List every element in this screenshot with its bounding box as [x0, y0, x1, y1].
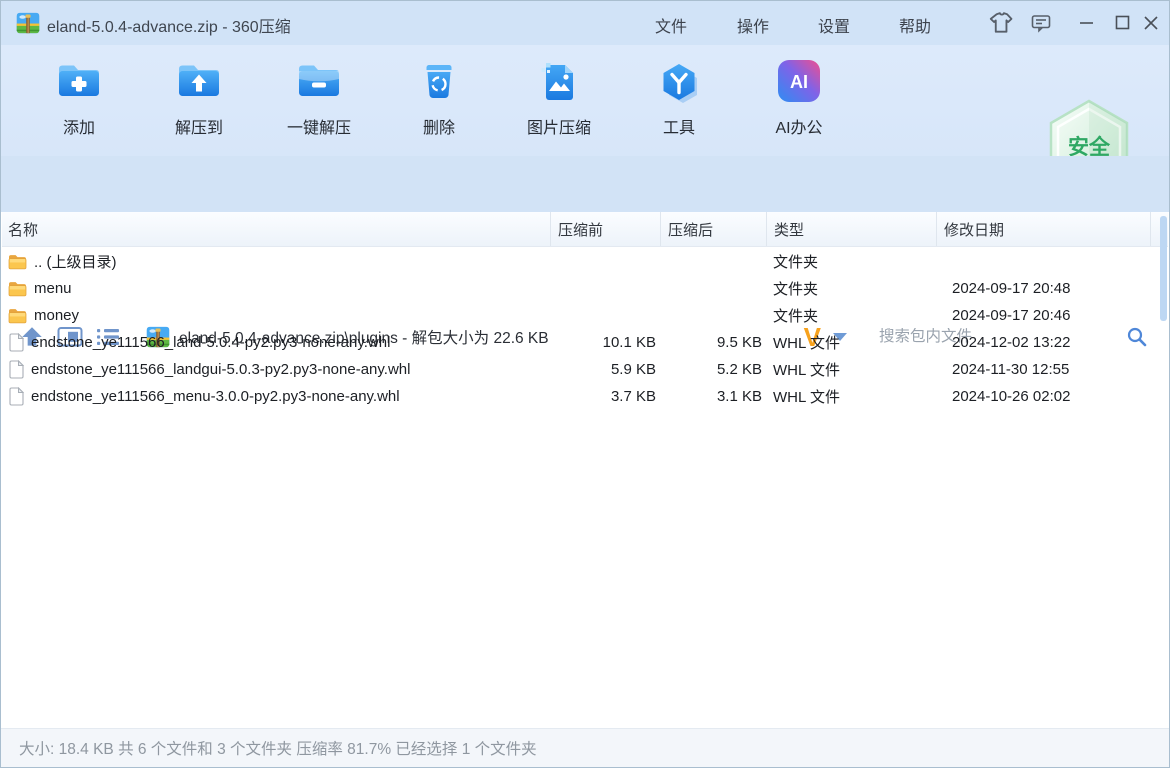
size-before-cell: 10.1 KB: [550, 334, 660, 351]
file-list: .. (上级目录) 文件夹 menu 文件夹2024-09-17 20:48 mon…: [2, 248, 1159, 410]
folder-icon: [8, 280, 27, 297]
file-icon: [8, 360, 24, 379]
date-cell: 2024-12-02 13:22: [936, 334, 1150, 351]
toolbar-label: 工具: [663, 114, 695, 138]
date-cell: 2024-10-26 02:02: [936, 388, 1150, 405]
toolbar-image-compress-button[interactable]: 图片压缩: [499, 57, 619, 138]
folder-plus-icon: [55, 57, 103, 105]
table-row[interactable]: money 文件夹2024-09-17 20:46: [2, 302, 1159, 329]
type-cell: 文件夹: [766, 278, 936, 299]
window-title: eland-5.0.4-advance.zip - 360压缩: [47, 13, 291, 37]
file-icon: [8, 387, 24, 406]
file-name-cell: .. (上级目录): [2, 251, 550, 272]
type-cell: 文件夹: [766, 251, 936, 272]
file-name-cell: endstone_ye111566_menu-3.0.0-py2.py3-non…: [2, 387, 550, 406]
toolbar-label: 删除: [423, 114, 455, 138]
size-after-cell: 3.1 KB: [660, 388, 766, 405]
table-row[interactable]: endstone_ye111566_land-5.0.4-py2.py3-non…: [2, 329, 1159, 356]
menu-file[interactable]: 文件: [649, 13, 693, 37]
file-name: endstone_ye111566_landgui-5.0.3-py2.py3-…: [31, 361, 410, 378]
hexagon-y-icon: [655, 57, 703, 105]
toolbar-label: 解压到: [175, 114, 223, 138]
column-header-date[interactable]: 修改日期: [936, 212, 1150, 246]
file-name: endstone_ye111566_menu-3.0.0-py2.py3-non…: [31, 388, 400, 405]
image-page-icon: [535, 57, 583, 105]
type-cell: WHL 文件: [766, 359, 936, 380]
toolbar-label: 一键解压: [287, 114, 351, 138]
scrollbar-thumb[interactable]: [1160, 216, 1167, 321]
table-row[interactable]: menu 文件夹2024-09-17 20:48: [2, 275, 1159, 302]
column-header-filler: [1150, 212, 1159, 246]
date-cell: 2024-09-17 20:48: [936, 280, 1150, 297]
table-row[interactable]: endstone_ye111566_menu-3.0.0-py2.py3-non…: [2, 383, 1159, 410]
date-cell: 2024-11-30 12:55: [936, 361, 1150, 378]
toolbar-label: AI办公: [775, 114, 822, 138]
file-name-cell: money: [2, 307, 550, 324]
file-name-cell: endstone_ye111566_landgui-5.0.3-py2.py3-…: [2, 360, 550, 379]
file-name: .. (上级目录): [34, 251, 117, 272]
size-after-cell: 5.2 KB: [660, 361, 766, 378]
toolbar-tools-button[interactable]: 工具: [619, 57, 739, 138]
statusbar: 大小: 18.4 KB 共 6 个文件和 3 个文件夹 压缩率 81.7% 已经…: [1, 728, 1169, 767]
size-before-cell: 5.9 KB: [550, 361, 660, 378]
column-header-after[interactable]: 压缩后: [660, 212, 766, 246]
menu-help[interactable]: 帮助: [893, 13, 937, 37]
file-name-cell: menu: [2, 280, 550, 297]
folder-icon: [8, 253, 27, 270]
toolbar: 添加 解压到 一键解压 删除: [1, 45, 1169, 156]
toolbar-label: 添加: [63, 114, 95, 138]
toolbar-one-click-extract-button[interactable]: 一键解压: [259, 57, 379, 138]
table-row[interactable]: .. (上级目录) 文件夹: [2, 248, 1159, 275]
file-name: endstone_ye111566_land-5.0.4-py2.py3-non…: [31, 334, 390, 351]
close-button[interactable]: [1141, 13, 1161, 33]
skin-theme-icon[interactable]: [989, 11, 1013, 35]
toolbar-ai-office-button[interactable]: AI AI办公: [739, 57, 859, 138]
menu-settings[interactable]: 设置: [812, 13, 856, 37]
column-header-before[interactable]: 压缩前: [550, 212, 660, 246]
folder-icon: [8, 307, 27, 324]
toolbar-delete-button[interactable]: 删除: [379, 57, 499, 138]
size-after-cell: 9.5 KB: [660, 334, 766, 351]
zip-app-icon: [15, 10, 41, 36]
file-name: menu: [34, 280, 72, 297]
type-cell: 文件夹: [766, 305, 936, 326]
trash-recycle-icon: [415, 57, 463, 105]
file-name: money: [34, 307, 79, 324]
toolbar-items: 添加 解压到 一键解压 删除: [19, 57, 859, 138]
file-name-cell: endstone_ye111566_land-5.0.4-py2.py3-non…: [2, 333, 550, 352]
status-text: 大小: 18.4 KB 共 6 个文件和 3 个文件夹 压缩率 81.7% 已经…: [19, 737, 537, 759]
folder-minus-icon: [295, 57, 343, 105]
minimize-button[interactable]: [1077, 13, 1097, 33]
type-cell: WHL 文件: [766, 332, 936, 353]
type-cell: WHL 文件: [766, 386, 936, 407]
maximize-button[interactable]: [1113, 13, 1133, 33]
column-header-name[interactable]: 名称: [2, 212, 550, 246]
table-row[interactable]: endstone_ye111566_landgui-5.0.3-py2.py3-…: [2, 356, 1159, 383]
svg-text:AI: AI: [790, 72, 808, 92]
ai-gradient-icon: AI: [775, 57, 823, 105]
app-window: eland-5.0.4-advance.zip - 360压缩 文件 操作 设置 帮助…: [0, 0, 1170, 768]
titlebar: eland-5.0.4-advance.zip - 360压缩 文件 操作 设置 帮助: [1, 1, 1169, 45]
table-header: 名称 压缩前 压缩后 类型 修改日期: [2, 212, 1168, 247]
menu-action[interactable]: 操作: [731, 13, 775, 37]
column-header-type[interactable]: 类型: [766, 212, 936, 246]
toolbar-add-button[interactable]: 添加: [19, 57, 139, 138]
toolbar-extract-to-button[interactable]: 解压到: [139, 57, 259, 138]
file-icon: [8, 333, 24, 352]
feedback-message-icon[interactable]: [1030, 12, 1054, 36]
toolbar-label: 图片压缩: [527, 114, 591, 138]
folder-up-icon: [175, 57, 223, 105]
date-cell: 2024-09-17 20:46: [936, 307, 1150, 324]
address-row: eland-5.0.4-advance.zip\plugins - 解包大小为 …: [1, 156, 1169, 212]
size-before-cell: 3.7 KB: [550, 388, 660, 405]
